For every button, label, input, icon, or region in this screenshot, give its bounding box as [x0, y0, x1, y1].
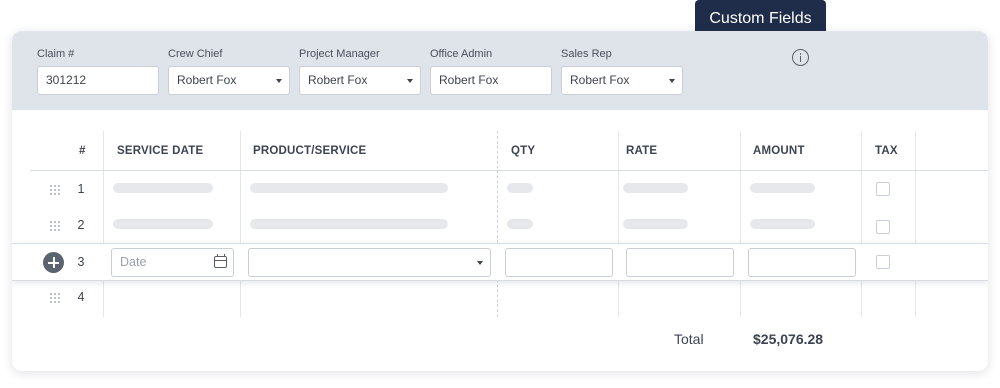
col-header-product-service: PRODUCT/SERVICE	[253, 145, 367, 157]
sales-rep-label: Sales Rep	[561, 48, 612, 60]
col-header-service-date: SERVICE DATE	[117, 145, 204, 157]
column-resize-handle[interactable]	[497, 131, 498, 317]
column-divider	[861, 131, 862, 317]
project-manager-label: Project Manager	[299, 48, 380, 60]
loading-placeholder	[623, 219, 688, 229]
office-admin-label: Office Admin	[430, 48, 493, 60]
calendar-icon[interactable]	[214, 254, 227, 268]
tax-checkbox[interactable]	[876, 255, 890, 269]
crew-chief-select[interactable]: Robert Fox	[168, 66, 290, 95]
invoice-card: Claim # 301212 Crew Chief Robert Fox Pro…	[12, 31, 988, 371]
col-header-tax: TAX	[875, 145, 898, 157]
amount-input[interactable]	[748, 248, 856, 277]
column-divider	[740, 131, 741, 317]
tax-checkbox[interactable]	[876, 220, 890, 234]
column-divider	[915, 131, 916, 317]
custom-fields-band: Claim # 301212 Crew Chief Robert Fox Pro…	[12, 31, 988, 110]
loading-placeholder	[113, 219, 213, 229]
service-date-input[interactable]: Date	[111, 248, 234, 277]
col-header-amount: AMOUNT	[753, 145, 805, 157]
plus-icon[interactable]	[43, 252, 64, 273]
chevron-down-icon	[477, 261, 483, 265]
date-placeholder: Date	[120, 255, 147, 269]
loading-placeholder	[250, 183, 448, 193]
tax-checkbox[interactable]	[876, 182, 890, 196]
chevron-down-icon	[276, 79, 282, 83]
col-header-qty: QTY	[511, 145, 536, 157]
col-header-number: #	[79, 145, 86, 157]
total-value: $25,076.28	[753, 331, 824, 347]
row-number: 1	[77, 182, 85, 196]
column-divider	[240, 131, 241, 317]
qty-input[interactable]	[505, 248, 613, 277]
drag-handle-icon[interactable]	[50, 185, 60, 195]
claim-label: Claim #	[37, 48, 75, 60]
office-admin-input[interactable]: Robert Fox	[430, 66, 552, 95]
loading-placeholder	[750, 219, 815, 229]
project-manager-select[interactable]: Robert Fox	[299, 66, 421, 95]
row-number: 3	[77, 255, 85, 269]
header-divider	[30, 170, 988, 171]
column-divider	[618, 131, 619, 317]
sales-rep-select[interactable]: Robert Fox	[561, 66, 683, 95]
info-icon[interactable]	[792, 49, 809, 66]
loading-placeholder	[507, 183, 533, 193]
crew-chief-value: Robert Fox	[177, 73, 237, 87]
loading-placeholder	[250, 219, 448, 229]
loading-placeholder	[113, 183, 213, 193]
claim-input[interactable]: 301212	[37, 66, 159, 95]
drag-handle-icon[interactable]	[50, 221, 60, 231]
loading-placeholder	[507, 219, 533, 229]
drag-handle-icon[interactable]	[50, 293, 60, 303]
loading-placeholder	[623, 183, 688, 193]
product-service-select[interactable]	[248, 248, 491, 277]
column-divider	[103, 131, 104, 317]
rate-input[interactable]	[626, 248, 734, 277]
total-label: Total	[674, 331, 704, 347]
row-number: 2	[77, 218, 85, 232]
loading-placeholder	[750, 183, 815, 193]
chevron-down-icon	[407, 79, 413, 83]
row-number: 4	[77, 290, 85, 304]
col-header-rate: RATE	[626, 145, 658, 157]
sales-rep-value: Robert Fox	[570, 73, 630, 87]
chevron-down-icon	[669, 79, 675, 83]
crew-chief-label: Crew Chief	[168, 48, 223, 60]
project-manager-value: Robert Fox	[308, 73, 368, 87]
